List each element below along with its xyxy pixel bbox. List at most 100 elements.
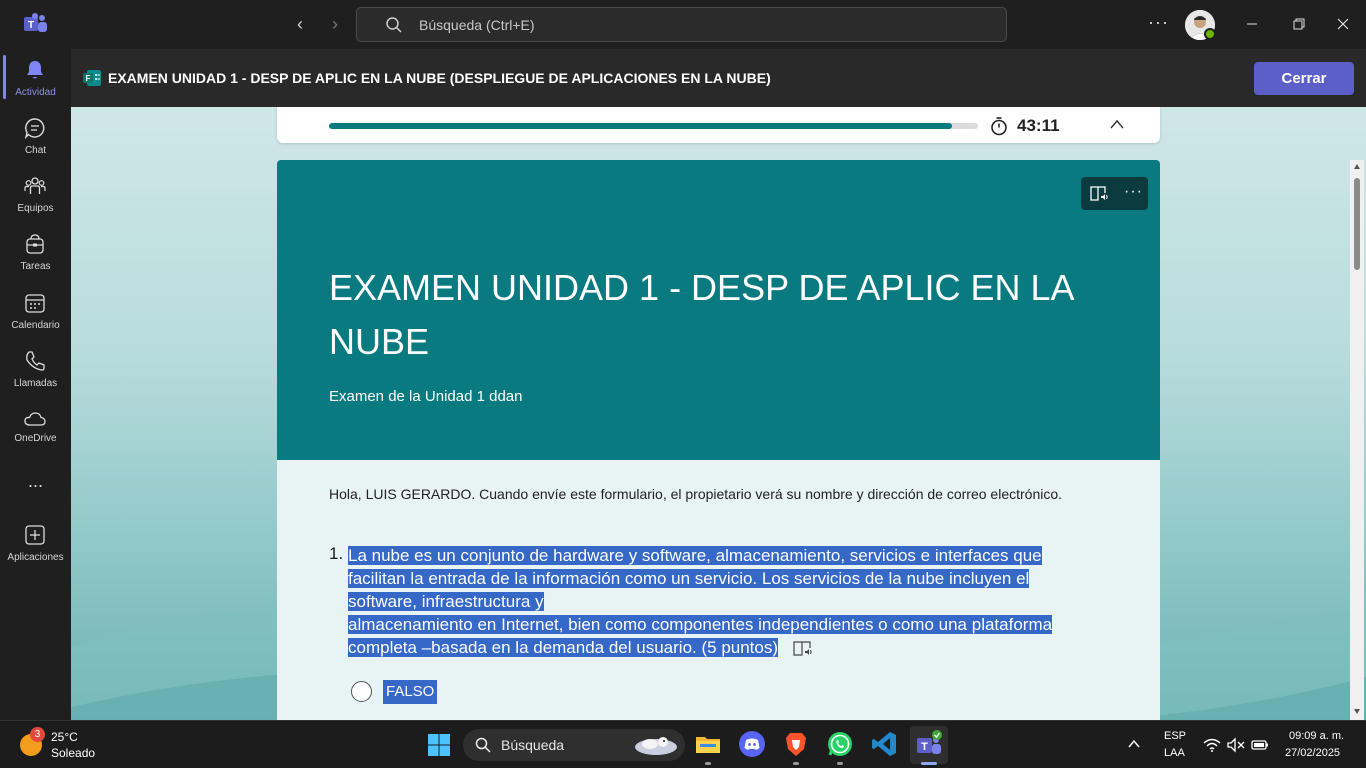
svg-text:T: T	[921, 741, 928, 753]
forward-arrow-icon[interactable]: ›	[325, 14, 345, 34]
rail-item-actividad[interactable]: Actividad	[0, 51, 71, 107]
rail-item-onedrive[interactable]: OneDrive	[0, 400, 71, 456]
search-box[interactable]: Búsqueda (Ctrl+E)	[356, 7, 1007, 42]
timer: 43:11	[1017, 116, 1060, 135]
clock-date[interactable]: 27/02/2025	[1285, 747, 1340, 759]
immersive-reader-icon[interactable]	[793, 640, 813, 657]
close-button[interactable]: Cerrar	[1254, 62, 1354, 95]
question-line: La nube es un conjunto de hardware y sof…	[348, 546, 1042, 565]
search-highlight-illustration-icon	[635, 737, 677, 755]
option-label: FALSO	[383, 680, 438, 704]
rail-item-llamadas[interactable]: Llamadas	[0, 342, 71, 398]
search-icon	[386, 17, 402, 33]
form-title: EXAMEN UNIDAD 1 - DESP DE APLIC EN LA NU…	[329, 267, 1073, 362]
scrollbar-thumb[interactable]	[1354, 178, 1360, 270]
rail-item-aplicaciones[interactable]: Aplicaciones	[0, 516, 71, 572]
form-subtitle: Examen de la Unidad 1 ddan	[329, 388, 523, 405]
scroll-down-icon[interactable]	[1353, 707, 1361, 715]
search-icon	[475, 737, 491, 753]
app-rail: Actividad Chat Equipos Tareas Calendario…	[0, 49, 71, 720]
search-placeholder: Búsqueda (Ctrl+E)	[419, 17, 535, 33]
progress-fill	[329, 123, 953, 129]
rail-label: Calendario	[11, 320, 60, 331]
rail-label: OneDrive	[14, 433, 57, 444]
running-indicator	[705, 762, 711, 765]
question-points: (5 puntos)	[701, 638, 779, 657]
more-options-icon[interactable]: ···	[1148, 12, 1169, 33]
question-number: 1.	[329, 544, 344, 563]
bell-icon	[27, 61, 43, 79]
chevron-up-icon[interactable]	[1127, 737, 1141, 751]
phone-icon	[26, 351, 45, 371]
teams-logo-icon[interactable]: T	[22, 12, 48, 36]
windows-taskbar: 3 25°C Soleado Búsqueda T ESP LAA 09:09 …	[0, 720, 1366, 768]
rail-item-chat[interactable]: Chat	[0, 109, 71, 165]
file-explorer-icon[interactable]	[694, 730, 722, 758]
vscode-icon[interactable]	[870, 730, 898, 758]
question-text: La nube es un conjunto de hardware y sof…	[348, 544, 1118, 659]
rail-label: Actividad	[15, 87, 56, 98]
radio-button[interactable]	[351, 681, 372, 702]
form-content-area[interactable]: 43:11 ··· EXAMEN UNIDAD 1 - DESP DE APLI…	[71, 107, 1366, 720]
language-indicator[interactable]: ESP	[1164, 730, 1186, 742]
cloud-icon	[24, 412, 46, 426]
question-line: facilitan la entrada de la información c…	[348, 569, 1030, 588]
rail-item-more[interactable]: ...	[0, 469, 71, 499]
immersive-reader-icon[interactable]	[1090, 185, 1108, 202]
stopwatch-icon	[991, 117, 1007, 136]
discord-icon[interactable]	[738, 730, 766, 758]
reader-toolbar: ···	[1081, 177, 1148, 210]
rail-label: Llamadas	[13, 378, 58, 389]
question-line: almacenamiento en Internet, bien como co…	[348, 615, 1053, 634]
weather-description[interactable]: Soleado	[51, 746, 95, 760]
progress-card: 43:11	[277, 107, 1160, 143]
title-bar: T ‹ › Búsqueda (Ctrl+E) ···	[0, 0, 1366, 49]
form-header: ··· EXAMEN UNIDAD 1 - DESP DE APLIC EN L…	[277, 160, 1160, 460]
app-header: F EXAMEN UNIDAD 1 - DESP DE APLIC EN LA …	[71, 49, 1366, 107]
taskbar-search-label: Búsqueda	[501, 737, 565, 753]
weather-badge: 3	[30, 727, 45, 742]
progress-bar	[329, 123, 978, 129]
rail-item-tareas[interactable]: Tareas	[0, 225, 71, 281]
question-line: completa –basada en la demanda del usuar…	[348, 638, 697, 657]
battery-icon[interactable]	[1251, 737, 1269, 753]
scroll-up-icon[interactable]	[1353, 163, 1361, 171]
active-app-indicator	[921, 762, 937, 765]
form-card: ··· EXAMEN UNIDAD 1 - DESP DE APLIC EN L…	[277, 160, 1160, 720]
more-options-icon[interactable]: ···	[1124, 183, 1143, 201]
add-apps-icon	[25, 525, 45, 545]
chevron-up-icon[interactable]	[1109, 118, 1125, 130]
svg-text:T: T	[28, 20, 34, 31]
taskbar-search[interactable]: Búsqueda	[463, 729, 685, 761]
whatsapp-icon[interactable]	[826, 730, 854, 758]
minimize-icon[interactable]	[1240, 12, 1264, 36]
chat-icon	[24, 118, 45, 139]
more-apps-icon: ...	[27, 471, 43, 491]
teams-icon	[24, 177, 46, 194]
weather-temperature[interactable]: 25°C	[51, 730, 78, 744]
rail-label: Chat	[24, 145, 47, 156]
rail-item-calendario[interactable]: Calendario	[0, 284, 71, 340]
windows-start-icon[interactable]	[427, 733, 451, 757]
page-title: EXAMEN UNIDAD 1 - DESP DE APLIC EN LA NU…	[108, 70, 771, 86]
wifi-icon[interactable]	[1203, 737, 1221, 753]
question-line: software, infraestructura y	[348, 592, 544, 611]
keyboard-layout[interactable]: LAA	[1164, 747, 1185, 759]
rail-label: Aplicaciones	[7, 552, 64, 563]
microsoft-teams-icon[interactable]: T	[915, 730, 943, 758]
presence-available-icon	[1204, 28, 1216, 40]
svg-text:F: F	[86, 74, 91, 83]
running-indicator	[837, 762, 843, 765]
calendar-icon	[25, 294, 45, 313]
running-indicator	[793, 762, 799, 765]
close-window-icon[interactable]	[1331, 12, 1355, 36]
clock-time[interactable]: 09:09 a. m.	[1289, 730, 1344, 742]
back-arrow-icon[interactable]: ‹	[290, 14, 310, 34]
vertical-scrollbar[interactable]	[1350, 160, 1364, 720]
restore-icon[interactable]	[1286, 12, 1310, 36]
volume-muted-icon[interactable]	[1227, 737, 1245, 753]
rail-item-equipos[interactable]: Equipos	[0, 167, 71, 223]
brave-browser-icon[interactable]	[782, 730, 810, 758]
rail-label: Tareas	[20, 261, 51, 272]
greeting-notice: Hola, LUIS GERARDO. Cuando envíe este fo…	[329, 486, 1063, 502]
